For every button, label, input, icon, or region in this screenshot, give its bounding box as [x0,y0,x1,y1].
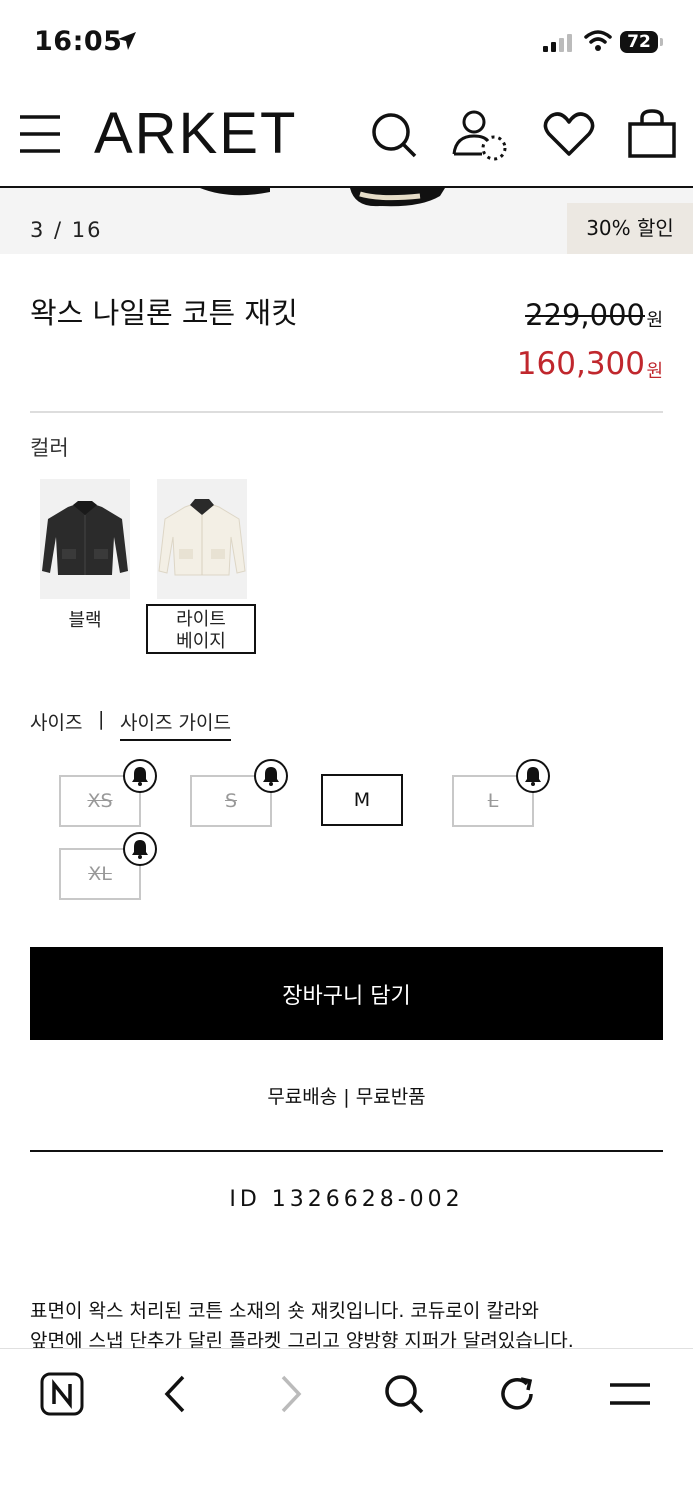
forward-icon[interactable] [268,1372,312,1416]
original-price: 229,000 [525,298,645,332]
back-icon[interactable] [154,1372,198,1416]
wifi-icon [584,29,612,57]
size-separator: | [98,708,105,730]
sale-price-currency: 원 [646,361,663,382]
size-option-m[interactable]: M [321,774,403,826]
color-label: 컬러 [30,436,69,460]
sale-price: 160,300 [516,346,645,382]
refresh-icon[interactable] [496,1372,540,1416]
description-line: 표면이 왁스 처리된 코튼 소재의 숏 재킷입니다. 코듀로이 칼라와 [30,1300,539,1322]
bell-icon[interactable] [254,759,288,793]
bell-icon[interactable] [516,759,550,793]
menu-icon[interactable] [18,112,62,160]
search-icon[interactable] [382,1372,426,1416]
account-icon[interactable] [450,108,512,168]
add-to-cart-button[interactable]: 장바구니 담기 [30,947,663,1040]
wishlist-icon[interactable] [543,110,595,162]
product-description: 표면이 왁스 처리된 코튼 소재의 숏 재킷입니다. 코듀로이 칼라와 앞면에 … [30,1296,663,1356]
size-label: 사이즈 [30,712,83,734]
signal-icon [543,33,575,57]
discount-badge: 30% 할인 [567,203,693,254]
image-counter: 3 / 16 [30,218,103,242]
search-icon[interactable] [370,111,418,163]
more-icon[interactable] [608,1372,652,1416]
product-title: 왁스 나일론 코튼 재킷 [30,296,298,330]
size-guide-link[interactable]: 사이즈 가이드 [120,708,231,741]
status-time: 16:05 [34,26,123,57]
divider [30,1150,663,1152]
shipping-info: 무료배송 | 무료반품 [267,1086,426,1108]
color-name-line1: 라이트 [176,609,226,630]
beige-jacket-thumbnail [158,499,246,576]
color-swatch-black[interactable] [40,479,130,599]
battery-indicator: 72 [620,31,658,53]
divider [30,411,663,413]
black-jacket-thumbnail [42,501,128,575]
original-price-currency: 원 [646,310,663,331]
bell-icon[interactable] [123,832,157,866]
browser-toolbar [0,1348,693,1501]
location-arrow-icon [116,30,138,56]
bag-icon[interactable] [627,108,677,162]
battery-tip [660,38,663,46]
color-name-line2: 베이지 [176,631,226,652]
brand-logo[interactable]: ARKET [94,100,297,167]
color-swatch-light-beige[interactable] [157,479,247,599]
naver-icon[interactable] [40,1372,84,1416]
color-name-light-beige-selected[interactable]: 라이트 베이지 [146,604,256,654]
product-id: ID 1326628-002 [229,1187,464,1212]
color-name-black[interactable]: 블랙 [40,606,130,632]
bell-icon[interactable] [123,759,157,793]
